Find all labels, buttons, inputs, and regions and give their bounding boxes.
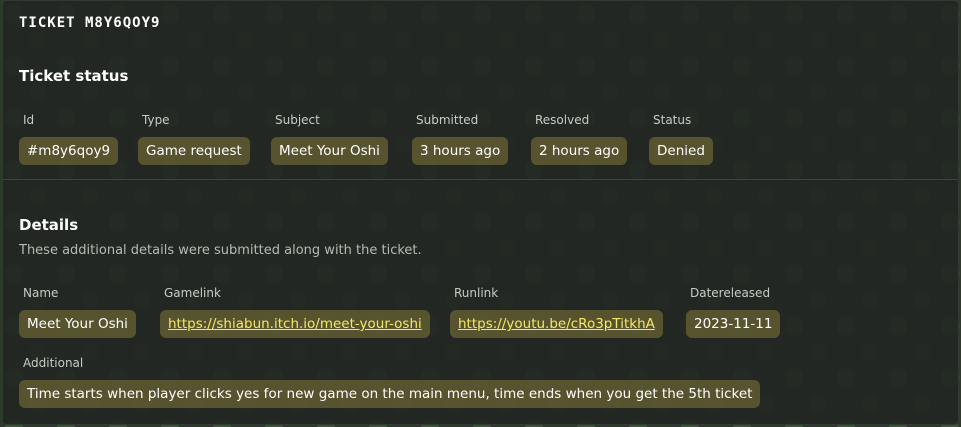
field-status-label: Status <box>653 113 692 127</box>
panel-title: TICKET M8Y6QOY9 <box>19 15 161 31</box>
field-subject-value: Meet Your Oshi <box>271 137 388 165</box>
field-submitted-label: Submitted <box>416 113 479 127</box>
field-additional-value: Time starts when player clicks yes for n… <box>19 380 761 408</box>
field-type-label: Type <box>142 113 170 127</box>
details-description: These additional details were submitted … <box>19 243 422 258</box>
field-id-label: Id <box>23 113 35 127</box>
field-name: Name Meet Your Oshi <box>19 286 136 338</box>
field-gamelink: Gamelink https://shiabun.itch.io/meet-yo… <box>160 286 430 338</box>
field-id-value: #m8y6qoy9 <box>19 137 119 165</box>
ticket-status-heading: Ticket status <box>19 67 129 85</box>
field-datereleased: Datereleased 2023-11-11 <box>686 286 781 338</box>
status-badge: Denied <box>649 137 713 165</box>
field-subject-label: Subject <box>275 113 320 127</box>
field-type-value: Game request <box>138 137 250 165</box>
field-type: Type Game request <box>138 113 250 165</box>
field-submitted: Submitted 3 hours ago <box>412 113 509 165</box>
field-datereleased-label: Datereleased <box>690 286 771 300</box>
field-gamelink-label: Gamelink <box>164 286 221 300</box>
field-additional-label: Additional <box>23 356 84 370</box>
field-status: Status Denied <box>649 113 713 165</box>
field-subject: Subject Meet Your Oshi <box>271 113 388 165</box>
field-runlink-label: Runlink <box>454 286 499 300</box>
field-additional: Additional Time starts when player click… <box>19 356 761 408</box>
details-heading: Details <box>19 216 79 234</box>
field-resolved: Resolved 2 hours ago <box>531 113 628 165</box>
field-datereleased-value: 2023-11-11 <box>686 310 781 338</box>
field-name-value: Meet Your Oshi <box>19 310 136 338</box>
field-submitted-value: 3 hours ago <box>412 137 509 165</box>
field-resolved-value: 2 hours ago <box>531 137 628 165</box>
section-divider <box>3 179 958 180</box>
field-resolved-label: Resolved <box>535 113 590 127</box>
field-id: Id #m8y6qoy9 <box>19 113 119 165</box>
gamelink-link[interactable]: https://shiabun.itch.io/meet-your-oshi <box>160 310 430 338</box>
field-runlink: Runlink https://youtu.be/cRo3pTitkhA <box>450 286 663 338</box>
field-name-label: Name <box>23 286 59 300</box>
ticket-panel: TICKET M8Y6QOY9 Ticket status Id #m8y6qo… <box>2 0 959 425</box>
runlink-link[interactable]: https://youtu.be/cRo3pTitkhA <box>450 310 663 338</box>
